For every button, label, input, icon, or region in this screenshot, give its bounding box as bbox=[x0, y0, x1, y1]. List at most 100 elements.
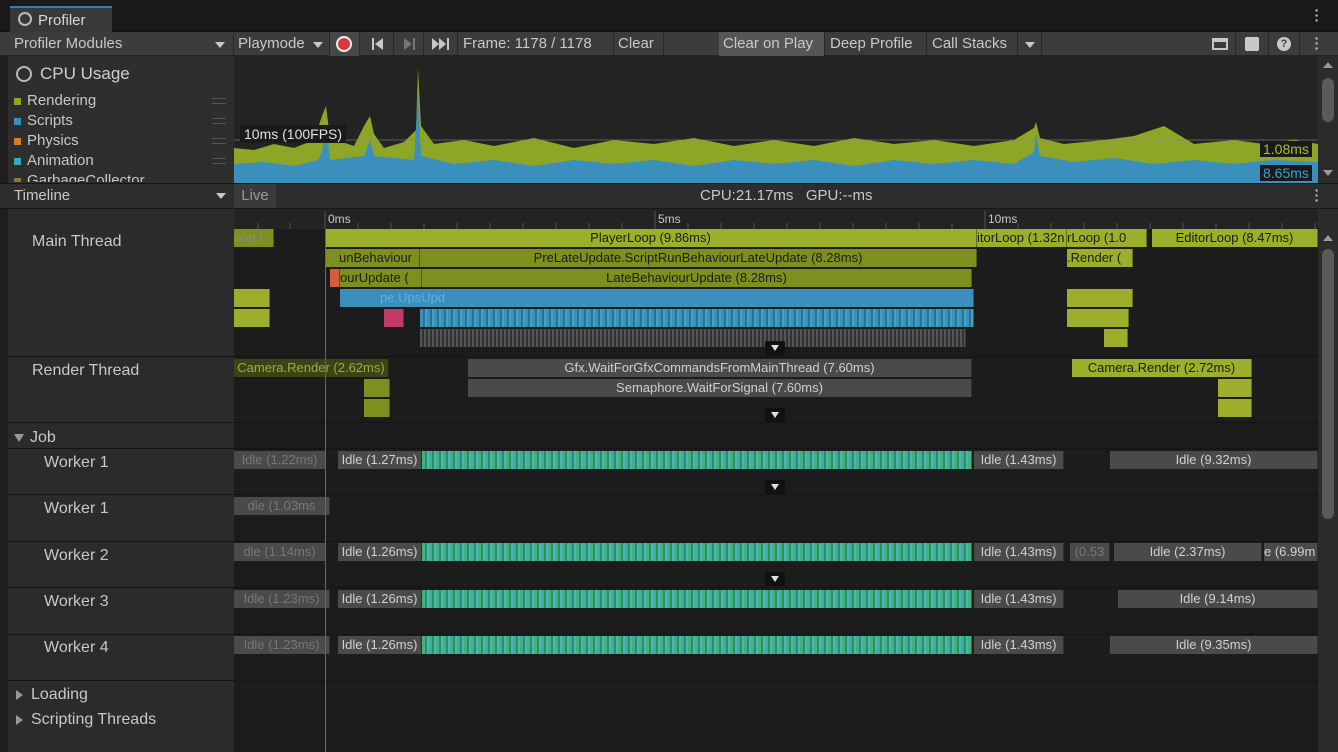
marker-w3-idle-b[interactable]: Idle (1.26ms) bbox=[338, 590, 422, 608]
loading-group-toggle[interactable]: Loading bbox=[16, 686, 88, 704]
marker-w2-idle-d[interactable]: (0.53 bbox=[1070, 543, 1110, 561]
marker-w4-idle-b[interactable]: Idle (1.26ms) bbox=[338, 636, 422, 654]
drag-handle-icon[interactable] bbox=[212, 98, 226, 104]
job-group-toggle[interactable]: Job bbox=[14, 429, 56, 447]
thread-render[interactable]: Render Thread bbox=[32, 362, 139, 380]
tab-profiler[interactable]: Profiler bbox=[10, 6, 112, 32]
marker-render-clip[interactable]: .Render ( bbox=[1067, 249, 1133, 267]
call-stacks-toggle[interactable]: Call Stacks bbox=[928, 32, 1018, 56]
thread-worker-3[interactable]: Worker 3 bbox=[44, 593, 109, 611]
cpu-usage-chart[interactable]: 10ms (100FPS) 1.08ms 8.65ms bbox=[234, 56, 1318, 183]
marker-block[interactable] bbox=[364, 399, 390, 417]
thread-worker-1[interactable]: Worker 1 bbox=[44, 454, 109, 472]
kebab-menu-icon[interactable]: · · · bbox=[1310, 3, 1324, 27]
expand-render-thread-icon[interactable] bbox=[765, 408, 785, 422]
scripting-threads-toggle[interactable]: Scripting Threads bbox=[16, 711, 156, 729]
expand-worker-2-icon[interactable] bbox=[765, 572, 785, 586]
help-button[interactable]: ? bbox=[1270, 32, 1300, 56]
clear-button[interactable]: Clear bbox=[614, 32, 664, 56]
marker-pink[interactable] bbox=[384, 309, 404, 327]
clear-on-play-toggle[interactable]: Clear on Play bbox=[719, 32, 825, 56]
drag-handle-icon[interactable] bbox=[212, 138, 226, 144]
marker-editor-loop-a[interactable]: itorLoop (1.32n bbox=[977, 229, 1067, 247]
expand-worker-1-icon[interactable] bbox=[765, 480, 785, 494]
marker-run-behaviour[interactable]: unBehaviour bbox=[325, 249, 420, 267]
timeline-view-dropdown[interactable]: Timeline bbox=[8, 184, 234, 208]
marker-camera-render-a[interactable]: Camera.Render (2.62ms) bbox=[234, 359, 389, 377]
marker-w1b-idle[interactable]: dle (1.03ms bbox=[234, 497, 330, 515]
marker-w2-idle-f[interactable]: e (6.99m bbox=[1264, 543, 1318, 561]
thread-main[interactable]: Main Thread bbox=[32, 233, 122, 251]
marker-ups-update[interactable]: pe.UpsUpd bbox=[340, 289, 974, 307]
marker-block[interactable] bbox=[1218, 379, 1252, 397]
marker-block[interactable] bbox=[1067, 309, 1129, 327]
expand-main-thread-icon[interactable] bbox=[765, 341, 785, 355]
marker-our-update[interactable]: ourUpdate ( bbox=[340, 269, 422, 287]
marker-gfx-wait[interactable]: Gfx.WaitForGfxCommandsFromMainThread (7.… bbox=[468, 359, 972, 377]
marker-w1-idle-b[interactable]: Idle (1.27ms) bbox=[338, 451, 422, 469]
marker-w1-idle-c[interactable]: Idle (1.43ms) bbox=[974, 451, 1064, 469]
marker-w1-idle-d[interactable]: Idle (9.32ms) bbox=[1110, 451, 1318, 469]
drag-handle-icon[interactable] bbox=[212, 158, 226, 164]
marker-job-stripes[interactable] bbox=[420, 309, 974, 327]
marker-pre-late-update[interactable]: PreLateUpdate.ScriptRunBehaviourLateUpda… bbox=[420, 249, 977, 267]
playmode-dropdown[interactable]: Playmode bbox=[234, 32, 330, 56]
marker-w2-idle-b[interactable]: Idle (1.26ms) bbox=[338, 543, 422, 561]
marker-late-behaviour-update[interactable]: LateBehaviourUpdate (8.28ms) bbox=[422, 269, 972, 287]
thread-worker-4[interactable]: Worker 4 bbox=[44, 639, 109, 657]
marker-w4-stripes[interactable] bbox=[422, 636, 972, 654]
drag-handle-icon[interactable] bbox=[212, 118, 226, 124]
scroll-thumb[interactable] bbox=[1322, 249, 1334, 519]
toolbar-kebab-menu-icon[interactable]: · · · bbox=[1310, 31, 1324, 55]
marker-w2-stripes[interactable] bbox=[422, 543, 972, 561]
marker-player-loop[interactable]: PlayerLoop (9.86ms) bbox=[325, 229, 977, 247]
marker-semaphore-wait[interactable]: Semaphore.WaitForSignal (7.60ms) bbox=[468, 379, 972, 397]
time-ruler[interactable]: 0ms 5ms 10ms bbox=[234, 209, 1318, 229]
next-frame-button[interactable] bbox=[394, 32, 424, 56]
legend-animation[interactable]: Animation bbox=[14, 152, 94, 169]
marker-job-stripes[interactable] bbox=[420, 329, 966, 347]
timeline-kebab-menu-icon[interactable]: · · · bbox=[1310, 183, 1324, 207]
marker-editor-loop-b[interactable]: rLoop (1.0 bbox=[1067, 229, 1147, 247]
marker-w3-idle-d[interactable]: Idle (9.14ms) bbox=[1118, 590, 1318, 608]
marker-hot-spot[interactable] bbox=[330, 269, 340, 287]
load-button[interactable] bbox=[1204, 32, 1236, 56]
timeline-tracks[interactable]: oop ( PlayerLoop (9.86ms) itorLoop (1.32… bbox=[234, 229, 1318, 752]
cpu-usage-header[interactable]: CPU Usage Rendering Scripts Physics Anim… bbox=[8, 56, 234, 184]
marker-w4-idle-d[interactable]: Idle (9.35ms) bbox=[1110, 636, 1318, 654]
thread-worker-2[interactable]: Worker 2 bbox=[44, 547, 109, 565]
marker-block[interactable] bbox=[1067, 289, 1133, 307]
marker-loop-clip[interactable]: oop ( bbox=[234, 229, 274, 247]
marker-block[interactable] bbox=[234, 289, 270, 307]
marker-editor-loop-c[interactable]: EditorLoop (8.47ms) bbox=[1152, 229, 1318, 247]
marker-w3-idle-c[interactable]: Idle (1.43ms) bbox=[974, 590, 1064, 608]
marker-w1-idle-a[interactable]: Idle (1.22ms) bbox=[234, 451, 326, 469]
save-button[interactable] bbox=[1237, 32, 1269, 56]
record-button[interactable] bbox=[330, 32, 360, 56]
thread-worker-1b[interactable]: Worker 1 bbox=[44, 500, 109, 518]
marker-w2-idle-e[interactable]: Idle (2.37ms) bbox=[1114, 543, 1262, 561]
marker-w2-idle-c[interactable]: Idle (1.43ms) bbox=[974, 543, 1064, 561]
legend-physics[interactable]: Physics bbox=[14, 132, 79, 149]
marker-w3-stripes[interactable] bbox=[422, 590, 972, 608]
marker-w3-idle-a[interactable]: Idle (1.23ms) bbox=[234, 590, 330, 608]
marker-w4-idle-c[interactable]: Idle (1.43ms) bbox=[974, 636, 1064, 654]
modules-scrollbar[interactable] bbox=[1318, 56, 1338, 183]
live-button[interactable]: Live bbox=[234, 184, 276, 208]
marker-w1-stripes[interactable] bbox=[422, 451, 972, 469]
marker-block[interactable] bbox=[1104, 329, 1128, 347]
marker-w2-idle-a[interactable]: dle (1.14ms) bbox=[234, 543, 326, 561]
last-frame-button[interactable] bbox=[426, 32, 458, 56]
call-stacks-dropdown[interactable] bbox=[1018, 32, 1042, 56]
legend-garbagecollector[interactable]: GarbageCollector bbox=[14, 172, 145, 182]
legend-rendering[interactable]: Rendering bbox=[14, 92, 96, 109]
timeline-scrollbar[interactable] bbox=[1318, 209, 1338, 752]
marker-camera-render-b[interactable]: Camera.Render (2.72ms) bbox=[1072, 359, 1252, 377]
marker-block[interactable] bbox=[364, 379, 390, 397]
marker-block[interactable] bbox=[234, 309, 270, 327]
legend-scripts[interactable]: Scripts bbox=[14, 112, 73, 129]
previous-frame-button[interactable] bbox=[364, 32, 394, 56]
scroll-thumb[interactable] bbox=[1322, 78, 1334, 122]
profiler-modules-dropdown[interactable]: Profiler Modules bbox=[8, 32, 234, 56]
deep-profile-toggle[interactable]: Deep Profile bbox=[826, 32, 927, 56]
